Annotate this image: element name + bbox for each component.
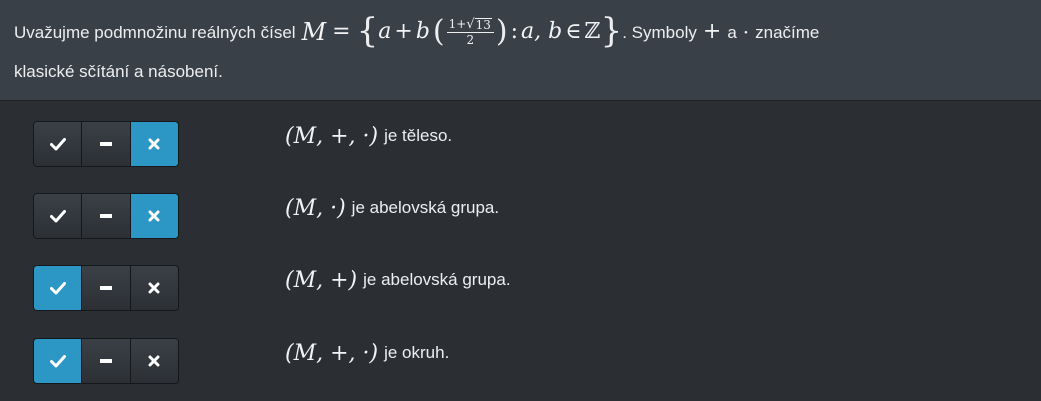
answer-toggle-group	[33, 265, 179, 311]
set-name-M: M	[301, 18, 327, 46]
dot-symbol: ·	[742, 20, 750, 44]
integers-symbol: ℤ	[584, 19, 601, 44]
statement-row-2: (M, ·) je abelovská grupa.	[33, 193, 1023, 241]
left-brace: {	[356, 11, 379, 51]
statement-3: (M, +) je abelovská grupa.	[285, 265, 511, 295]
statement-text: je těleso.	[384, 126, 453, 145]
check-icon	[49, 210, 66, 223]
sqrt: √ 13	[466, 18, 492, 31]
neutral-button[interactable]	[82, 122, 131, 166]
var-b: b	[415, 19, 430, 44]
statement-2: (M, ·) je abelovská grupa.	[285, 193, 499, 223]
statement-math: (M, +, ·)	[285, 340, 379, 366]
colon: :	[510, 19, 519, 44]
false-button[interactable]	[130, 339, 178, 383]
neutral-button[interactable]	[82, 339, 131, 383]
plus-sign: +	[394, 19, 413, 44]
line1-end-text: značíme	[755, 22, 820, 42]
statement-math: (M, ·)	[285, 195, 346, 221]
minus-icon	[99, 214, 112, 218]
vars-a-b: a, b	[521, 19, 563, 44]
statement-text: je abelovská grupa.	[363, 270, 511, 289]
minus-icon	[99, 286, 112, 290]
cross-icon	[148, 210, 160, 222]
right-paren: )	[495, 14, 508, 49]
question-intro: Uvažujme podmnožinu reálných čísel	[14, 22, 296, 42]
false-button[interactable]	[130, 266, 178, 310]
statement-row-4: (M, +, ·) je okruh.	[33, 338, 1023, 386]
minus-icon	[99, 142, 112, 146]
check-icon	[49, 282, 66, 295]
true-button[interactable]	[34, 122, 83, 166]
plus-symbol: +	[702, 19, 722, 44]
answer-toggle-group	[33, 338, 179, 384]
question-header: Uvažujme podmnožinu reálných čísel M = {…	[0, 0, 1041, 101]
neutral-button[interactable]	[82, 266, 131, 310]
equals-sign: =	[332, 19, 351, 44]
false-button[interactable]	[130, 194, 178, 238]
statement-text: je abelovská grupa.	[351, 198, 500, 217]
element-of-sign: ∈	[565, 19, 582, 44]
true-button[interactable]	[34, 339, 83, 383]
sqrt-argument: 13	[474, 18, 492, 32]
question-line-1: Uvažujme podmnožinu reálných čísel M = {…	[14, 11, 1027, 53]
check-icon	[49, 355, 66, 368]
answer-toggle-group	[33, 121, 179, 167]
cross-icon	[148, 138, 160, 150]
answer-toggle-group	[33, 193, 179, 239]
statement-4: (M, +, ·) je okruh.	[285, 338, 449, 368]
and-text: a	[727, 22, 737, 42]
var-a: a	[378, 19, 392, 44]
after-set-text: . Symboly	[622, 22, 697, 42]
check-icon	[49, 138, 66, 151]
sqrt-icon: √	[466, 17, 475, 32]
statement-math: (M, +)	[285, 267, 358, 293]
false-button[interactable]	[130, 122, 178, 166]
true-button[interactable]	[34, 194, 83, 238]
cross-icon	[148, 355, 160, 367]
neutral-button[interactable]	[82, 194, 131, 238]
left-paren: (	[432, 14, 445, 49]
fraction: 1+ √ 13 2	[446, 17, 494, 47]
quiz-page: Uvažujme podmnožinu reálných čísel M = {…	[0, 0, 1041, 401]
right-brace: }	[600, 11, 623, 51]
statement-1: (M, +, ·) je těleso.	[285, 121, 452, 151]
question-line-2: klasické sčítání a násobení.	[14, 62, 223, 81]
statement-row-3: (M, +) je abelovská grupa.	[33, 265, 1023, 313]
statement-math: (M, +, ·)	[285, 123, 379, 149]
fraction-denominator: 2	[466, 33, 475, 47]
fraction-numerator: 1+ √ 13	[446, 17, 494, 33]
minus-icon	[99, 359, 112, 363]
fraction-num-prefix: 1+	[448, 17, 467, 31]
true-button[interactable]	[34, 266, 83, 310]
statement-row-1: (M, +, ·) je těleso.	[33, 121, 1023, 169]
cross-icon	[148, 282, 160, 294]
statement-text: je okruh.	[384, 343, 450, 362]
